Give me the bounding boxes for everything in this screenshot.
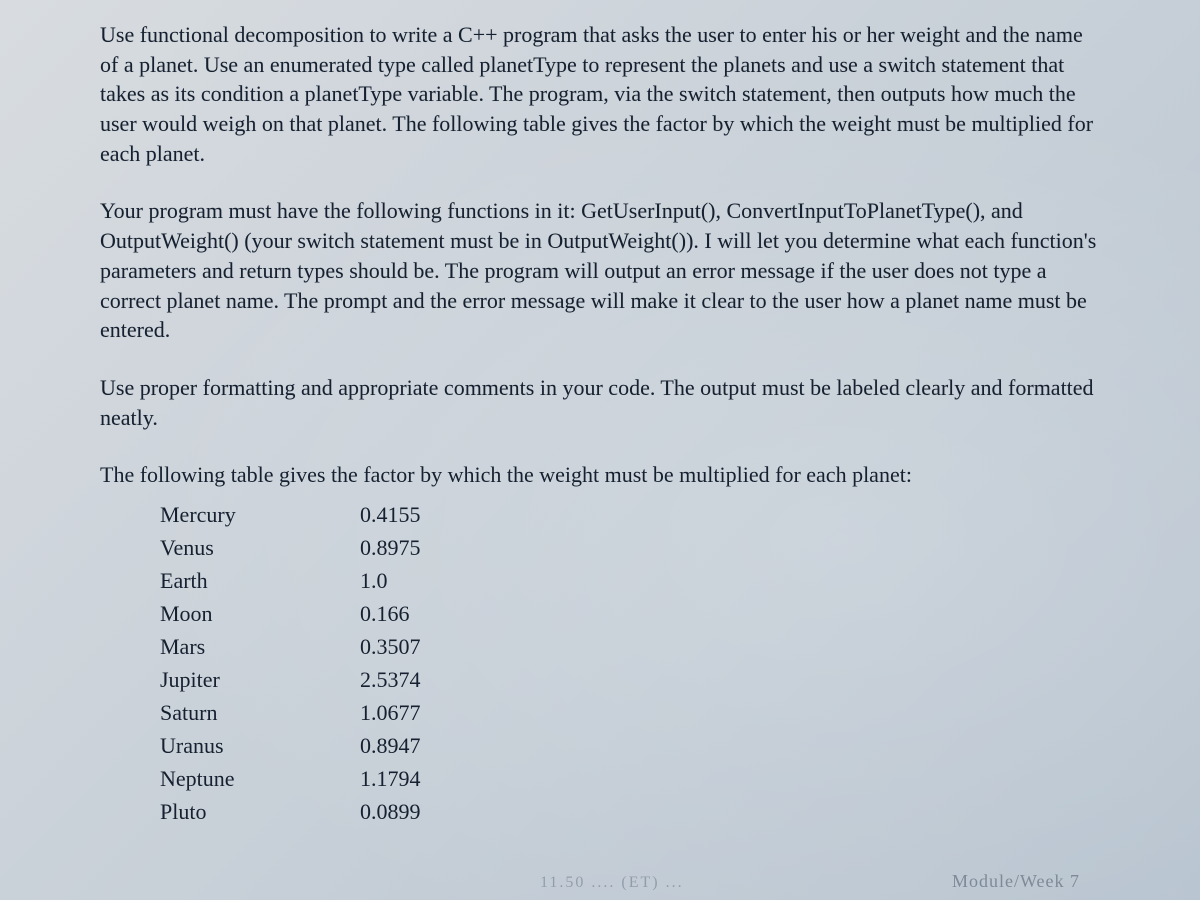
planet-factor-cell: 2.5374 — [360, 663, 510, 696]
footer-fragment-left: 11.50 .... (ET) ... — [540, 874, 684, 892]
planet-factor-cell: 1.0677 — [360, 696, 510, 729]
table-row: Mars 0.3507 — [160, 630, 1100, 663]
planet-factor-table: Mercury 0.4155 Venus 0.8975 Earth 1.0 Mo… — [160, 498, 1100, 828]
footer-fragment-right: Module/Week 7 — [952, 871, 1080, 892]
table-row: Venus 0.8975 — [160, 531, 1100, 564]
planet-factor-cell: 1.0 — [360, 564, 510, 597]
planet-factor-cell: 0.4155 — [360, 498, 510, 531]
planet-name-cell: Saturn — [160, 696, 360, 729]
paragraph-2: Your program must have the following fun… — [100, 196, 1100, 344]
table-row: Uranus 0.8947 — [160, 729, 1100, 762]
paragraph-1: Use functional decomposition to write a … — [100, 20, 1100, 168]
planet-name-cell: Neptune — [160, 762, 360, 795]
table-row: Pluto 0.0899 — [160, 795, 1100, 828]
planet-factor-cell: 0.3507 — [360, 630, 510, 663]
planet-factor-cell: 0.166 — [360, 597, 510, 630]
planet-factor-cell: 1.1794 — [360, 762, 510, 795]
table-row: Jupiter 2.5374 — [160, 663, 1100, 696]
planet-name-cell: Mars — [160, 630, 360, 663]
planet-name-cell: Earth — [160, 564, 360, 597]
table-row: Moon 0.166 — [160, 597, 1100, 630]
planet-name-cell: Mercury — [160, 498, 360, 531]
table-row: Mercury 0.4155 — [160, 498, 1100, 531]
paragraph-3: Use proper formatting and appropriate co… — [100, 373, 1100, 432]
table-row: Neptune 1.1794 — [160, 762, 1100, 795]
planet-name-cell: Jupiter — [160, 663, 360, 696]
table-intro: The following table gives the factor by … — [100, 460, 1100, 490]
planet-name-cell: Uranus — [160, 729, 360, 762]
planet-name-cell: Moon — [160, 597, 360, 630]
planet-factor-cell: 0.0899 — [360, 795, 510, 828]
planet-name-cell: Venus — [160, 531, 360, 564]
table-row: Earth 1.0 — [160, 564, 1100, 597]
table-row: Saturn 1.0677 — [160, 696, 1100, 729]
planet-factor-cell: 0.8975 — [360, 531, 510, 564]
planet-name-cell: Pluto — [160, 795, 360, 828]
document-content: Use functional decomposition to write a … — [100, 20, 1100, 828]
planet-factor-cell: 0.8947 — [360, 729, 510, 762]
